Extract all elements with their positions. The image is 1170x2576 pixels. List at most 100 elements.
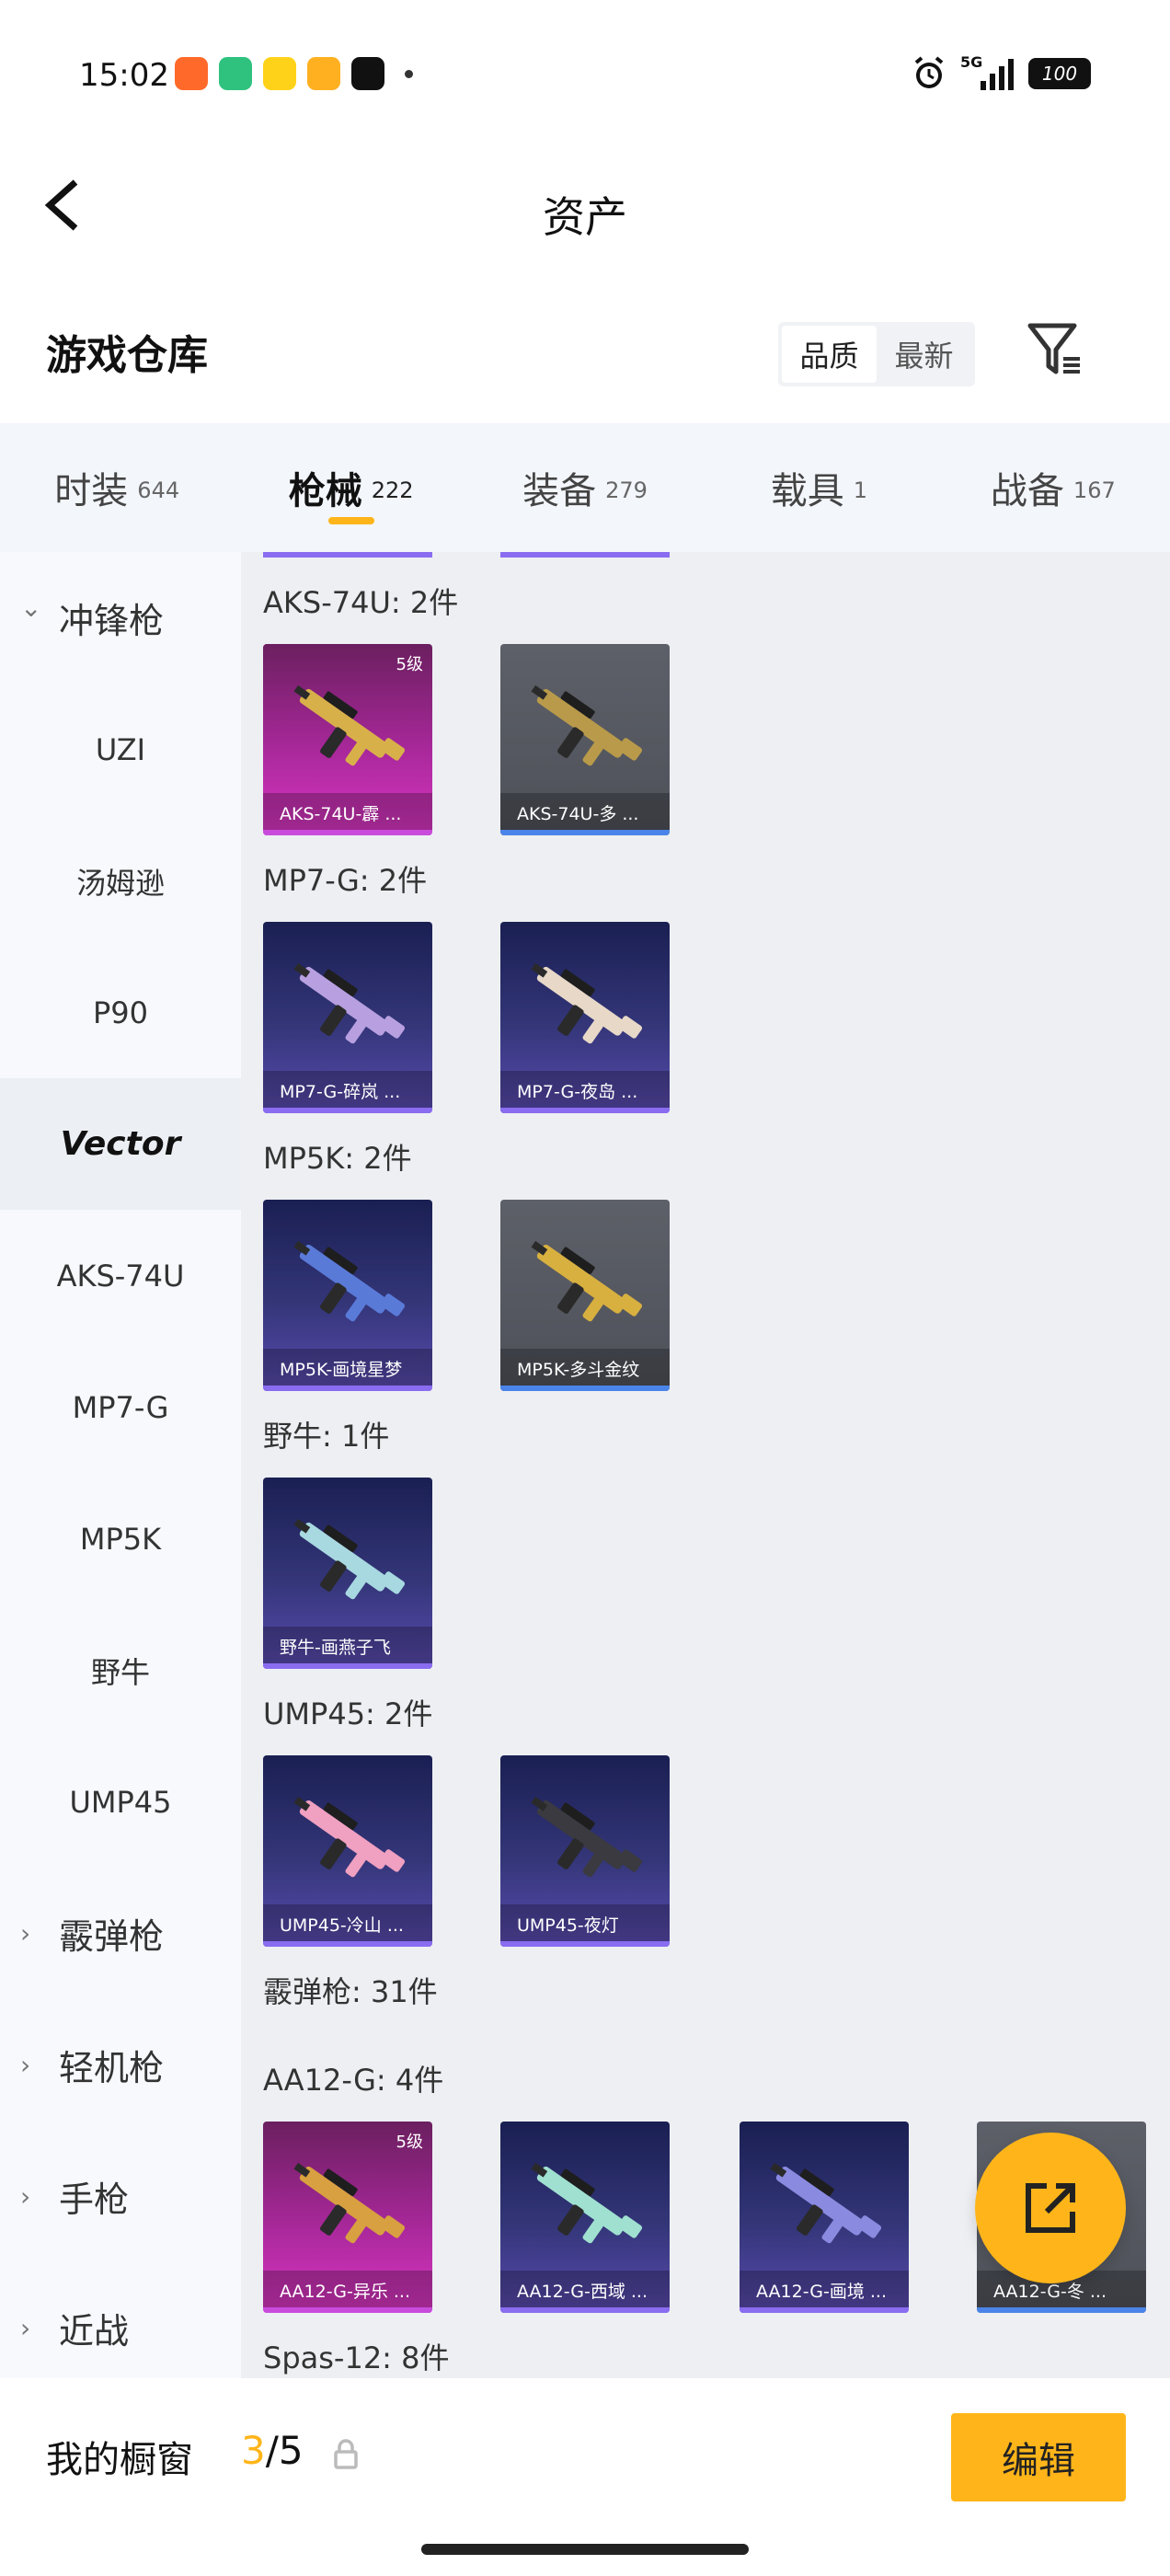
- weapon-name: AA12-G-异乐 ...: [263, 2271, 432, 2307]
- weapon-name: AKS-74U-多 ...: [500, 793, 670, 830]
- rarity-bar: [263, 1108, 432, 1113]
- sidebar-item-2[interactable]: 汤姆逊: [0, 815, 241, 947]
- more-notifications-dot: [405, 69, 413, 78]
- sidebar-item-1[interactable]: UZI: [0, 684, 241, 815]
- showcase-total: /5: [265, 2428, 304, 2473]
- tab-4[interactable]: 战备 167: [936, 423, 1170, 552]
- weapon-image: [770, 2162, 882, 2244]
- weapon-name: MP7-G-夜岛 ...: [500, 1071, 670, 1108]
- sidebar-item-label: MP7-G: [72, 1389, 169, 1425]
- card-edge: [500, 552, 670, 558]
- sidebar-item-7[interactable]: MP5K: [0, 1473, 241, 1604]
- section-title: Spas-12: 8件: [263, 2340, 450, 2375]
- showcase-current: 3: [241, 2428, 266, 2473]
- page-title: 资产: [543, 192, 627, 242]
- sidebar-item-12[interactable]: › 手枪: [0, 2131, 241, 2262]
- tab-label: 装备: [522, 470, 597, 512]
- weapon-card[interactable]: UMP45-冷山 ...: [263, 1755, 432, 1947]
- sidebar-item-label: 野牛: [90, 1654, 150, 1690]
- weapon-name: UMP45-冷山 ...: [263, 1904, 432, 1941]
- tab-label: 时装: [54, 470, 129, 512]
- sidebar-item-label: UMP45: [69, 1784, 172, 1820]
- section-title: 野牛: 1件: [263, 1419, 390, 1454]
- sidebar-item-5[interactable]: AKS-74U: [0, 1210, 241, 1341]
- tab-label: 载具: [770, 470, 844, 512]
- weapon-card[interactable]: MP7-G-夜岛 ...: [500, 922, 670, 1113]
- weapon-image: [531, 1796, 643, 1878]
- section-title: UMP45: 2件: [263, 1696, 433, 1731]
- weapon-card[interactable]: MP5K-多斗金纹: [500, 1200, 670, 1391]
- home-indicator: [421, 2544, 749, 2555]
- weapon-card[interactable]: MP7-G-碎岚 ...: [263, 922, 432, 1113]
- weapon-card[interactable]: MP5K-画境星梦: [263, 1200, 432, 1391]
- weapon-image: [293, 962, 406, 1044]
- rarity-bar: [500, 830, 670, 835]
- weapon-name: MP7-G-碎岚 ...: [263, 1071, 432, 1108]
- weapon-card[interactable]: 5级 AA12-G-异乐 ...: [263, 2122, 432, 2313]
- weapon-image: [293, 1796, 406, 1878]
- rarity-bar: [977, 2307, 1146, 2313]
- sidebar-item-6[interactable]: MP7-G: [0, 1341, 241, 1473]
- tab-count: 644: [137, 477, 180, 503]
- warehouse-title: 游戏仓库: [46, 332, 208, 379]
- share-button[interactable]: [975, 2133, 1126, 2283]
- sort-segment: 品质 最新: [778, 322, 975, 386]
- weapon-card[interactable]: 5级 AKS-74U-霹 ...: [263, 644, 432, 835]
- sort-latest[interactable]: 最新: [877, 326, 971, 383]
- sidebar-item-3[interactable]: P90: [0, 947, 241, 1078]
- weapon-card[interactable]: 野牛-画燕子飞: [263, 1478, 432, 1669]
- weapon-card[interactable]: UMP45-夜灯: [500, 1755, 670, 1947]
- edit-button[interactable]: 编辑: [951, 2413, 1126, 2501]
- chevron-right-icon: ›: [20, 2181, 31, 2212]
- weapon-name: 野牛-画燕子飞: [263, 1627, 432, 1663]
- nav-bar: 资产: [0, 138, 1170, 276]
- chevron-right-icon: ›: [20, 1918, 31, 1949]
- battery-indicator: 100: [1028, 58, 1091, 89]
- sidebar-item-11[interactable]: › 轻机枪: [0, 1999, 241, 2131]
- section-title: MP7-G: 2件: [263, 863, 428, 898]
- section-title: AKS-74U: 2件: [263, 585, 459, 620]
- chevron-right-icon: ›: [20, 2313, 31, 2343]
- weapon-image: [531, 2162, 643, 2244]
- weapon-image: [293, 2162, 406, 2244]
- tab-count: 279: [605, 477, 648, 503]
- showcase-label: 我的橱窗: [46, 2439, 193, 2481]
- tab-3[interactable]: 载具 1: [702, 423, 935, 552]
- weapon-image: [293, 1518, 406, 1600]
- level-badge: 5级: [396, 655, 423, 674]
- sidebar-item-label: MP5K: [79, 1521, 162, 1557]
- weapon-image: [531, 684, 643, 766]
- alarm-icon: [914, 56, 944, 88]
- section-title: 霰弹枪: 31件: [263, 1974, 438, 2009]
- tab-1[interactable]: 枪械 222: [234, 423, 467, 552]
- weapon-card[interactable]: AA12-G-画境 ...: [740, 2122, 909, 2313]
- tab-0[interactable]: 时装 644: [0, 423, 234, 552]
- sidebar-item-label: 轻机枪: [59, 2048, 165, 2088]
- sidebar-item-4[interactable]: Vector: [0, 1078, 241, 1210]
- tab-count: 1: [853, 477, 868, 503]
- showcase-bar: 我的橱窗 3/5 编辑: [0, 2378, 1170, 2576]
- sidebar-item-8[interactable]: 野牛: [0, 1604, 241, 1736]
- sidebar-item-13[interactable]: › 近战: [0, 2262, 241, 2394]
- sidebar-item-label: 近战: [59, 2311, 130, 2352]
- tab-2[interactable]: 装备 279: [468, 423, 702, 552]
- sidebar-item-9[interactable]: UMP45: [0, 1736, 241, 1868]
- weapon-card[interactable]: AKS-74U-多 ...: [500, 644, 670, 835]
- rarity-bar: [263, 830, 432, 835]
- weapon-image: [531, 962, 643, 1044]
- share-icon: [1026, 2183, 1075, 2233]
- rarity-bar: [740, 2307, 909, 2313]
- status-right: 5G 100: [911, 53, 1091, 92]
- sidebar-item-10[interactable]: › 霰弹枪: [0, 1868, 241, 1999]
- sidebar-item-label: 手枪: [59, 2179, 130, 2220]
- rarity-bar: [500, 1386, 670, 1391]
- sort-quality[interactable]: 品质: [782, 326, 877, 383]
- sidebar-item-0[interactable]: ⌄ 冲锋枪: [0, 552, 241, 684]
- weapon-card[interactable]: AA12-G-西域 ...: [500, 2122, 670, 2313]
- chevron-down-icon: ⌄: [20, 592, 42, 623]
- network-type: 5G: [960, 53, 983, 71]
- rarity-bar: [500, 1941, 670, 1947]
- filter-icon[interactable]: [1027, 322, 1084, 377]
- rarity-bar: [263, 1663, 432, 1669]
- app-icon-yellow: [263, 57, 296, 90]
